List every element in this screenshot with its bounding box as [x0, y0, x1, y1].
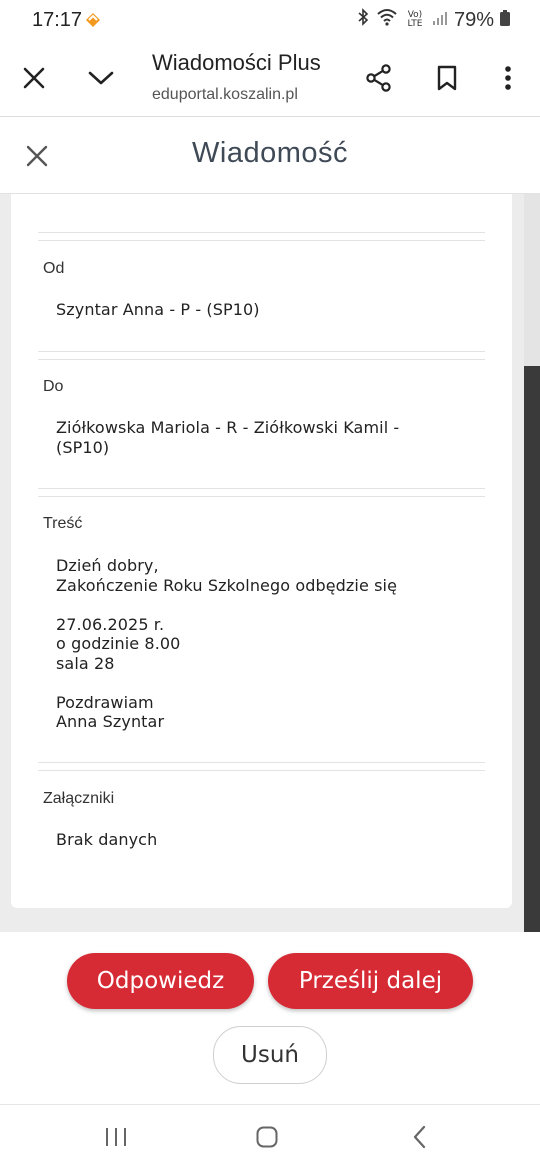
divider: [38, 762, 485, 763]
from-label: Od: [43, 260, 65, 277]
volte-indicator: Vo) LTE: [407, 10, 423, 29]
divider: [38, 496, 485, 497]
browser-toolbar: Wiadomości Plus eduportal.koszalin.pl: [0, 40, 540, 117]
body-label: Treść: [43, 515, 83, 532]
close-icon: [23, 67, 45, 89]
status-icons: Vo) LTE 79%: [356, 8, 510, 32]
back-button[interactable]: [400, 1119, 440, 1155]
home-icon: [256, 1126, 278, 1148]
modal-header: Wiadomość: [0, 117, 540, 194]
more-vert-icon: [505, 66, 511, 90]
bookmark-icon: [437, 65, 457, 91]
wifi-icon: [376, 8, 398, 32]
divider: [38, 232, 485, 233]
scrollbar-thumb[interactable]: [524, 366, 540, 932]
attachments-value: Brak danych: [56, 830, 158, 849]
share-button[interactable]: [349, 40, 409, 116]
divider: [38, 359, 485, 360]
signal-icon: [432, 9, 448, 32]
browser-url: eduportal.koszalin.pl: [152, 86, 298, 103]
bookmark-button[interactable]: [417, 40, 477, 116]
scrollbar-track: [524, 194, 540, 366]
home-button[interactable]: [247, 1119, 287, 1155]
bluetooth-icon: [356, 8, 370, 32]
forward-button[interactable]: Prześlij dalej: [268, 953, 473, 1009]
modal-title: Wiadomość: [192, 137, 348, 169]
recent-apps-button[interactable]: [96, 1119, 136, 1155]
to-label: Do: [43, 378, 64, 395]
more-options-button[interactable]: [478, 40, 538, 116]
divider: [38, 770, 485, 771]
status-bar: 17:17 Vo) LTE 79%: [0, 0, 540, 40]
share-icon: [366, 64, 391, 92]
attachments-label: Załączniki: [43, 790, 115, 807]
battery-level: 79%: [453, 8, 494, 31]
browser-page-title: Wiadomości Plus: [152, 50, 321, 75]
status-time: 17:17: [32, 9, 83, 31]
from-value: Szyntar Anna - P - (SP10): [56, 300, 260, 319]
notification-app-icon: [84, 12, 102, 33]
to-value: Ziółkowska Mariola - R - Ziółkowski Kami…: [56, 418, 400, 457]
delete-button[interactable]: Usuń: [213, 1026, 327, 1084]
body-value: Dzień dobry, Zakończenie Roku Szkolnego …: [56, 556, 398, 731]
chevron-down-icon: [88, 71, 114, 85]
minimize-button[interactable]: [71, 40, 131, 116]
system-nav-bar: [0, 1104, 540, 1171]
back-icon: [413, 1125, 426, 1149]
battery-icon: [500, 9, 510, 32]
divider: [38, 351, 485, 352]
divider: [38, 240, 485, 241]
divider: [38, 488, 485, 489]
close-tab-button[interactable]: [4, 40, 64, 116]
recent-apps-icon: [106, 1128, 126, 1146]
reply-button[interactable]: Odpowiedz: [67, 953, 254, 1009]
